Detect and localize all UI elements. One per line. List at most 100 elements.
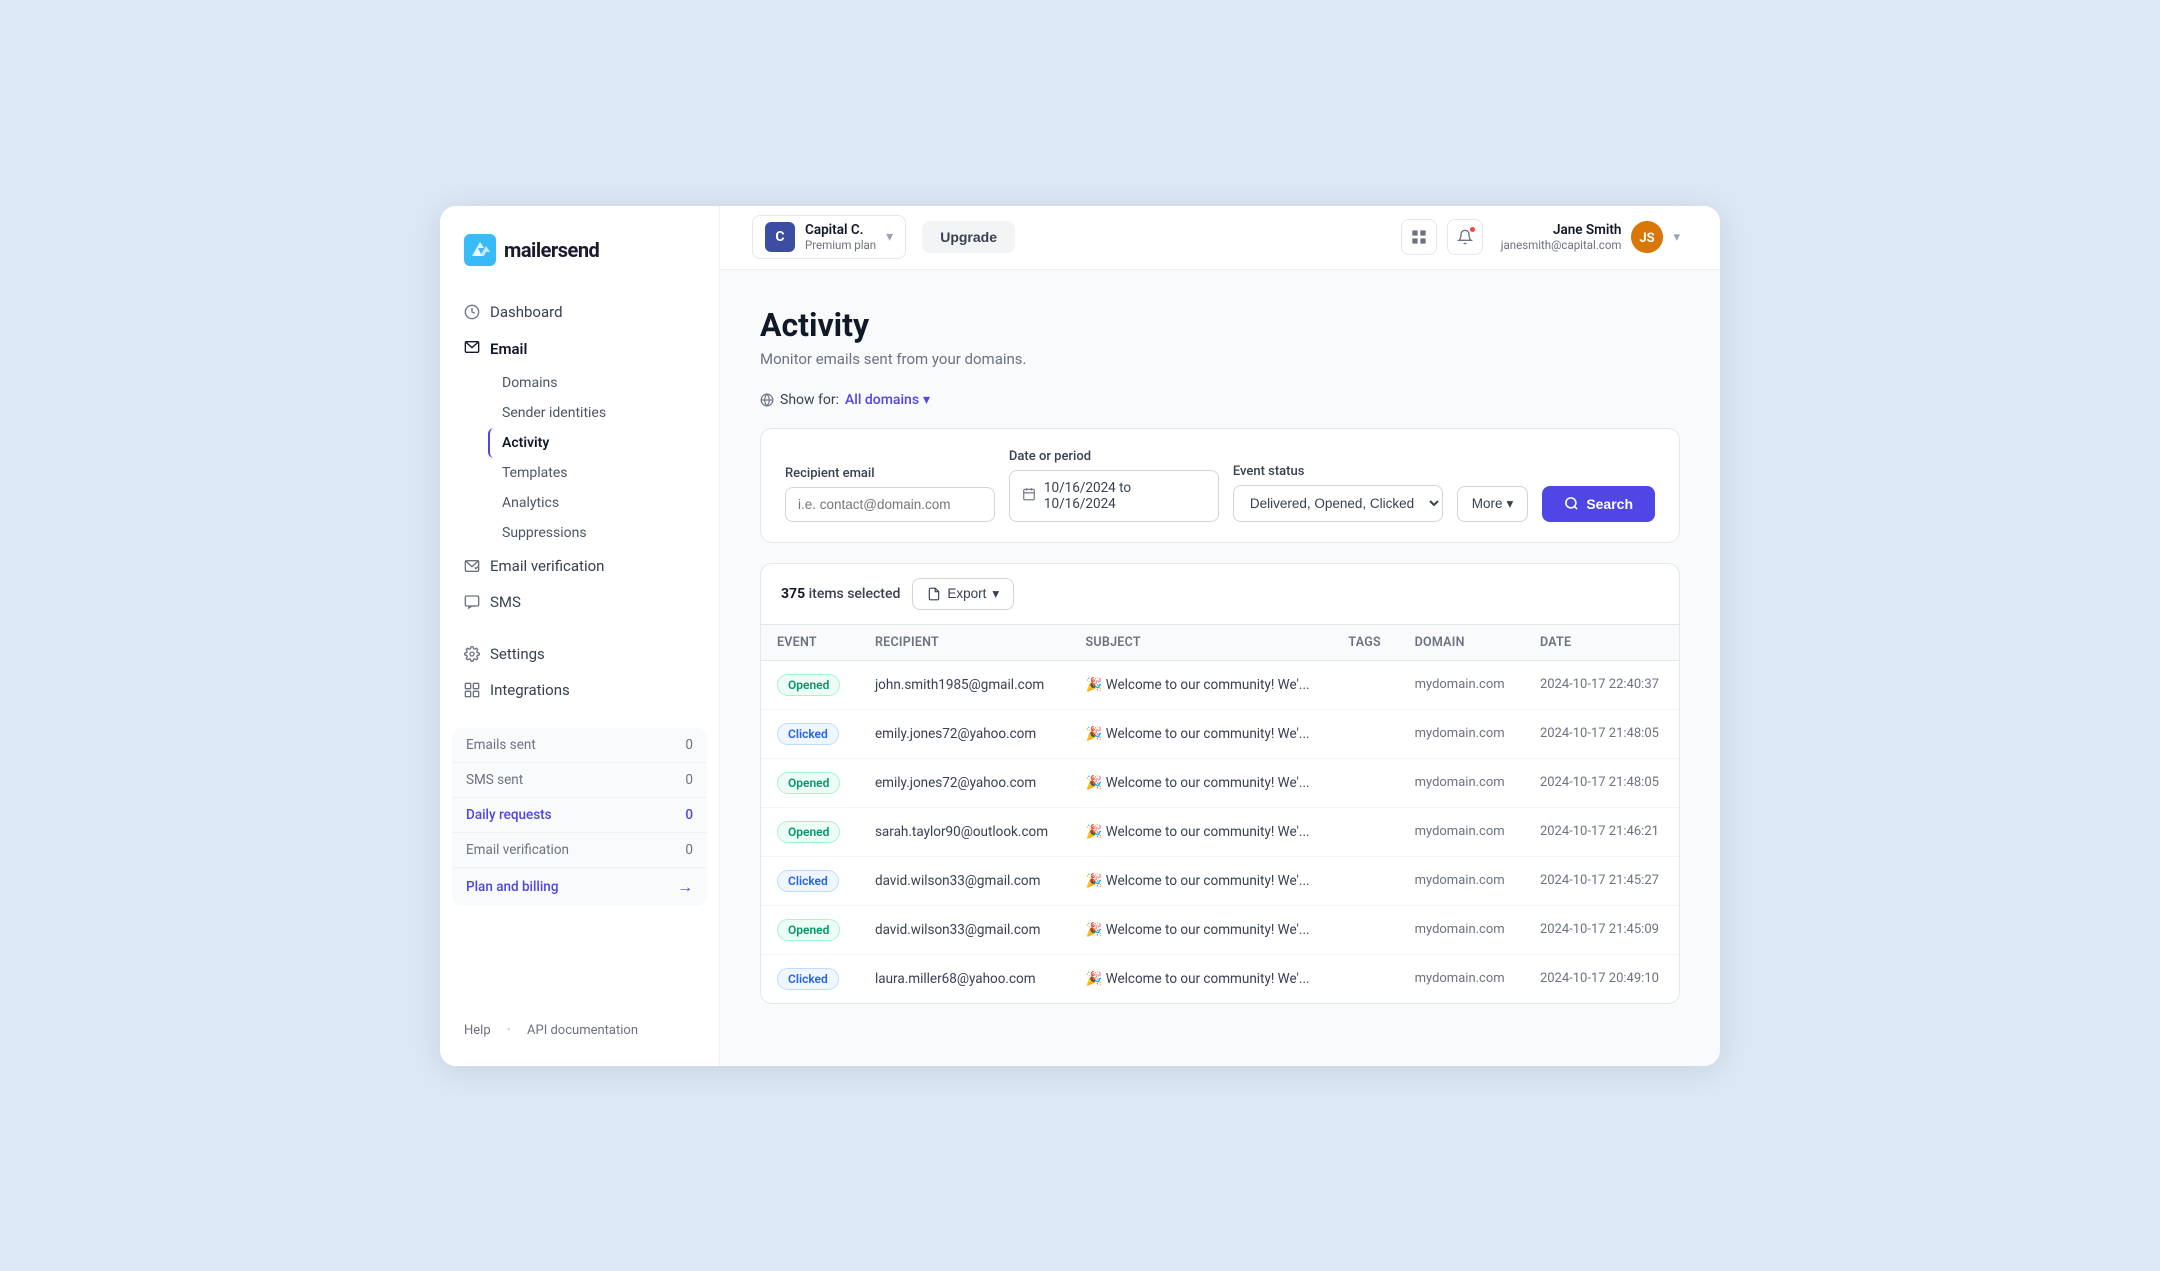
table-row[interactable]: Clicked emily.jones72@yahoo.com 🎉 Welcom… — [761, 709, 1679, 758]
cell-domain: mydomain.com — [1399, 758, 1524, 807]
cell-event: Clicked — [761, 954, 859, 1003]
apps-button[interactable] — [1401, 219, 1437, 255]
email-check-icon — [464, 558, 480, 574]
sms-icon — [464, 594, 480, 610]
metric-sms-sent[interactable]: SMS sent 0 — [452, 763, 707, 798]
recipient-label: Recipient email — [785, 466, 995, 481]
org-info: Capital C. Premium plan — [805, 222, 876, 252]
sidebar-item-email[interactable]: Email — [452, 330, 707, 368]
table-toolbar: 375 items selected Export ▾ — [761, 564, 1679, 625]
domain-filter-label: Show for: — [780, 392, 839, 408]
event-badge: Opened — [777, 919, 840, 941]
cell-recipient: john.smith1985@gmail.com — [859, 660, 1070, 709]
page-subtitle: Monitor emails sent from your domains. — [760, 350, 1680, 368]
export-button[interactable]: Export ▾ — [912, 578, 1014, 610]
cell-tags — [1332, 905, 1398, 954]
metric-daily-requests-label: Daily requests — [466, 807, 552, 823]
table-row[interactable]: Opened john.smith1985@gmail.com 🎉 Welcom… — [761, 660, 1679, 709]
more-chevron-icon: ▾ — [1507, 496, 1514, 512]
sidebar-item-settings[interactable]: Settings — [452, 636, 707, 672]
subject-cell: 🎉 Welcome to our community! We'... — [1086, 775, 1317, 791]
domain-filter[interactable]: Show for: All domains ▾ — [760, 392, 1680, 408]
table-card: 375 items selected Export ▾ Event Recipi… — [760, 563, 1680, 1004]
metric-plan-billing-arrow: → — [677, 877, 693, 897]
cell-recipient: sarah.taylor90@outlook.com — [859, 807, 1070, 856]
table-row[interactable]: Opened sarah.taylor90@outlook.com 🎉 Welc… — [761, 807, 1679, 856]
more-button[interactable]: More ▾ — [1457, 486, 1529, 522]
upgrade-button[interactable]: Upgrade — [922, 221, 1015, 253]
cell-event: Opened — [761, 807, 859, 856]
sidebar-item-templates[interactable]: Templates — [488, 458, 707, 488]
col-date: Date — [1524, 625, 1679, 661]
cell-event: Opened — [761, 905, 859, 954]
cell-domain: mydomain.com — [1399, 856, 1524, 905]
cell-recipient: laura.miller68@yahoo.com — [859, 954, 1070, 1003]
logo-area: mailersend — [440, 234, 719, 294]
topbar-actions: Jane Smith janesmith@capital.com JS ▾ — [1401, 217, 1688, 257]
topbar: C Capital C. Premium plan ▾ Upgrade — [720, 206, 1720, 270]
sidebar-item-domains[interactable]: Domains — [488, 368, 707, 398]
sidebar-item-sms[interactable]: SMS — [452, 584, 707, 620]
sidebar-item-activity[interactable]: Activity — [488, 428, 707, 458]
sidebar-item-dashboard[interactable]: Dashboard — [452, 294, 707, 330]
event-badge: Opened — [777, 821, 840, 843]
metric-email-verification-label: Email verification — [466, 842, 569, 858]
cell-date: 2024-10-17 21:48:05 — [1524, 709, 1679, 758]
cell-event: Clicked — [761, 709, 859, 758]
filter-card: Recipient email Date or period 10/16/202… — [760, 428, 1680, 543]
user-menu[interactable]: Jane Smith janesmith@capital.com JS ▾ — [1493, 217, 1688, 257]
sidebar-item-email-verification[interactable]: Email verification — [452, 548, 707, 584]
cell-tags — [1332, 807, 1398, 856]
notifications-button[interactable] — [1447, 219, 1483, 255]
event-select[interactable]: Delivered, Opened, Clicked — [1233, 485, 1443, 522]
sidebar: mailersend Dashboard Email Domains Sende… — [440, 206, 720, 1066]
cell-recipient: david.wilson33@gmail.com — [859, 905, 1070, 954]
export-icon — [927, 587, 941, 601]
email-children: Domains Sender identities Activity Templ… — [452, 368, 707, 548]
logo-icon — [464, 234, 496, 266]
metric-emails-sent[interactable]: Emails sent 0 — [452, 728, 707, 763]
search-button[interactable]: Search — [1542, 486, 1655, 522]
cell-event: Opened — [761, 758, 859, 807]
date-value: 10/16/2024 to 10/16/2024 — [1044, 480, 1206, 512]
cell-recipient: david.wilson33@gmail.com — [859, 856, 1070, 905]
org-switcher[interactable]: C Capital C. Premium plan ▾ — [752, 215, 906, 259]
metric-plan-billing[interactable]: Plan and billing → — [452, 868, 707, 906]
nav-section-main: Dashboard Email Domains Sender identitie… — [440, 294, 719, 620]
sidebar-item-suppressions[interactable]: Suppressions — [488, 518, 707, 548]
table-row[interactable]: Opened david.wilson33@gmail.com 🎉 Welcom… — [761, 905, 1679, 954]
svg-text:JS: JS — [1640, 231, 1655, 246]
user-name: Jane Smith — [1553, 222, 1621, 238]
table-row[interactable]: Clicked laura.miller68@yahoo.com 🎉 Welco… — [761, 954, 1679, 1003]
sidebar-sms-label: SMS — [490, 593, 521, 611]
clock-icon — [464, 304, 480, 320]
col-recipient: Recipient — [859, 625, 1070, 661]
sidebar-item-analytics[interactable]: Analytics — [488, 488, 707, 518]
help-link[interactable]: Help — [464, 1023, 491, 1038]
api-docs-link[interactable]: API documentation — [527, 1023, 638, 1038]
metric-email-verification[interactable]: Email verification 0 — [452, 833, 707, 868]
sidebar-item-sender-identities[interactable]: Sender identities — [488, 398, 707, 428]
table-row[interactable]: Clicked david.wilson33@gmail.com 🎉 Welco… — [761, 856, 1679, 905]
sidebar-dashboard-label: Dashboard — [490, 303, 563, 321]
cell-domain: mydomain.com — [1399, 905, 1524, 954]
page-title: Activity — [760, 306, 1680, 344]
metric-emails-sent-value: 0 — [685, 737, 693, 753]
domain-filter-value[interactable]: All domains ▾ — [845, 392, 930, 408]
cell-domain: mydomain.com — [1399, 660, 1524, 709]
cell-date: 2024-10-17 21:45:27 — [1524, 856, 1679, 905]
sidebar-settings-label: Settings — [490, 645, 545, 663]
sidebar-item-integrations[interactable]: Integrations — [452, 672, 707, 708]
recipient-input[interactable] — [785, 487, 995, 522]
event-badge: Clicked — [777, 968, 839, 990]
date-picker[interactable]: 10/16/2024 to 10/16/2024 — [1009, 470, 1219, 522]
cell-subject: 🎉 Welcome to our community! We'... — [1070, 954, 1333, 1003]
org-chevron-icon: ▾ — [886, 229, 893, 245]
table-row[interactable]: Opened emily.jones72@yahoo.com 🎉 Welcome… — [761, 758, 1679, 807]
cell-date: 2024-10-17 21:46:21 — [1524, 807, 1679, 856]
org-plan: Premium plan — [805, 238, 876, 252]
items-selected-badge: 375 items selected — [781, 586, 900, 602]
cell-subject: 🎉 Welcome to our community! We'... — [1070, 856, 1333, 905]
metric-daily-requests[interactable]: Daily requests 0 — [452, 798, 707, 833]
search-icon — [1564, 496, 1579, 511]
